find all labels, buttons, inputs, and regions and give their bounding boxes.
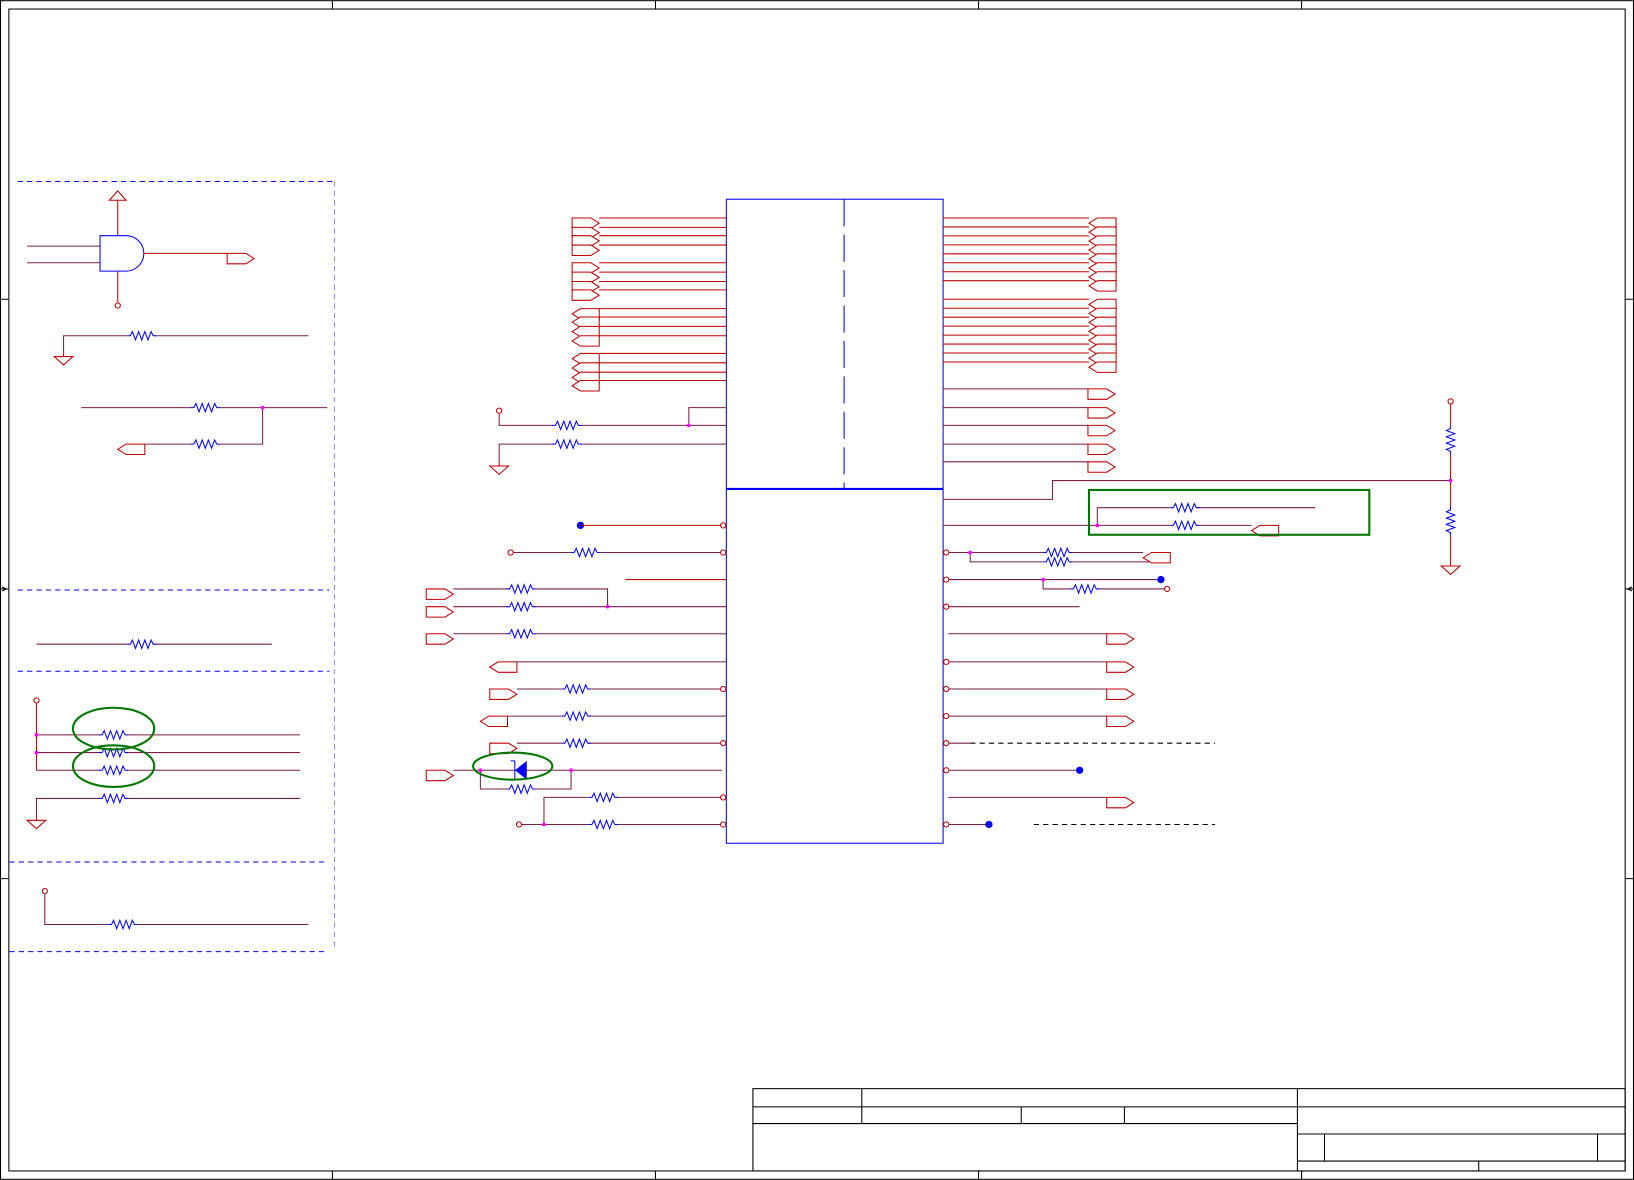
highlight-ellipse — [71, 706, 156, 751]
title-block — [752, 1088, 1626, 1172]
port-connector-icon — [571, 244, 600, 257]
port-connector-icon — [571, 289, 600, 301]
right-bus-ports — [943, 217, 1117, 373]
right-pin-wiring — [943, 388, 1451, 829]
highlight-box — [1087, 488, 1371, 536]
series-resistor-pair — [81, 402, 328, 456]
left-bus-ports — [571, 217, 727, 392]
pulldown-resistor-block — [53, 331, 309, 366]
main-ic — [725, 198, 944, 844]
schematic-sheet — [0, 0, 1634, 1180]
port-connector-icon — [571, 380, 600, 392]
highlight-ellipse — [71, 744, 156, 788]
port-connector-icon — [1088, 361, 1117, 373]
port-connector-icon — [571, 335, 600, 347]
section-4-resistor — [41, 888, 309, 930]
highlight-ellipse — [472, 751, 554, 781]
left-pin-wiring — [425, 407, 727, 830]
voltage-divider — [1440, 398, 1461, 575]
section-3-resistor-array — [26, 697, 301, 830]
and-gate-icon — [99, 235, 145, 272]
junction-dot-icon — [260, 405, 265, 410]
ic-right-pins — [943, 549, 950, 828]
port-connector-icon — [571, 352, 600, 365]
port-connector-icon — [1088, 280, 1117, 292]
and-gate-block — [27, 190, 255, 309]
ic-left-pins — [720, 522, 727, 828]
section-2-resistor — [36, 639, 272, 649]
section-boundaries — [9, 180, 336, 953]
